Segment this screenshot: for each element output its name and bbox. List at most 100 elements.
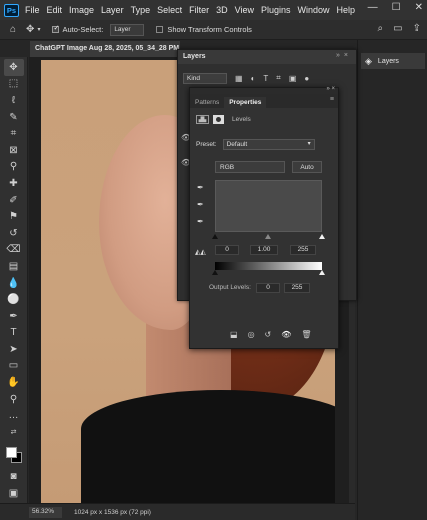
rectangle-tool-icon[interactable]: ▭ — [4, 358, 24, 375]
kind-filter-select[interactable]: Kind — [183, 72, 227, 84]
search-icon[interactable]: ⌕ — [378, 23, 384, 34]
panel-close-icon[interactable]: » × — [326, 86, 335, 92]
type-tool-icon[interactable]: T — [4, 325, 24, 342]
menu-plugins[interactable]: Plugins — [261, 5, 291, 15]
adjustment-filter-icon[interactable]: ◐ — [251, 74, 256, 83]
output-white-handle[interactable] — [319, 270, 325, 275]
reset-icon[interactable]: ↺ — [265, 330, 272, 339]
type-filter-icon[interactable]: T — [263, 74, 268, 83]
tab-patterns[interactable]: Patterns — [190, 97, 224, 108]
auto-button[interactable]: Auto — [292, 161, 322, 173]
panel-collapse-icon[interactable]: »× — [336, 52, 352, 59]
color-swatches — [4, 445, 24, 469]
menu-type[interactable]: Type — [131, 5, 151, 15]
input-white-field[interactable]: 255 — [290, 245, 316, 255]
clipping-warning-icon[interactable]: ◭◭ — [195, 248, 206, 256]
panel-menu-icon[interactable]: ≡ — [330, 96, 334, 103]
output-levels-slider[interactable] — [212, 270, 325, 276]
quick-select-tool-icon[interactable]: ✎ — [4, 109, 24, 126]
view-previous-icon[interactable]: ◎ — [248, 330, 255, 339]
tab-properties[interactable]: Properties — [224, 97, 267, 108]
eyedropper-tool-icon[interactable]: ⚲ — [4, 159, 24, 176]
menu-select[interactable]: Select — [157, 5, 182, 15]
chevron-down-icon[interactable]: ▾ — [37, 26, 40, 33]
show-transform-checkbox[interactable] — [156, 26, 164, 33]
output-black-field[interactable]: 0 — [256, 283, 280, 293]
healing-brush-tool-icon[interactable]: ✚ — [4, 175, 24, 192]
pen-tool-icon[interactable]: ✒ — [4, 308, 24, 325]
screen-mode-icon[interactable]: ▣ — [4, 485, 24, 502]
smart-object-filter-icon[interactable]: ▣ — [289, 74, 297, 83]
input-white-handle[interactable] — [319, 234, 325, 239]
output-white-field[interactable]: 255 — [284, 283, 310, 293]
input-gamma-handle[interactable] — [265, 234, 271, 239]
more-tools-icon[interactable]: … — [4, 407, 24, 424]
hand-tool-icon[interactable]: ✋ — [4, 374, 24, 391]
chevron-down-icon: ▾ — [307, 141, 311, 147]
layers-filter-row: Kind ▦ ◐ T ⌗ ▣ ● — [183, 71, 353, 85]
pixel-filter-icon[interactable]: ▦ — [235, 74, 243, 83]
zoom-tool-icon[interactable]: ⚲ — [4, 391, 24, 408]
menu-edit[interactable]: Edit — [47, 5, 63, 15]
maximize-icon[interactable]: ☐ — [392, 2, 401, 13]
delete-icon[interactable]: 🗑 — [301, 330, 311, 339]
eraser-tool-icon[interactable]: ⌫ — [4, 242, 24, 259]
layers-dock-button[interactable]: ◈ Layers — [361, 53, 425, 69]
close-icon[interactable]: ✕ — [415, 2, 423, 13]
input-gamma-field[interactable]: 1.00 — [250, 245, 278, 255]
blur-tool-icon[interactable]: 💧 — [4, 275, 24, 292]
photoshop-logo[interactable]: Ps — [4, 3, 19, 17]
output-black-handle[interactable] — [212, 270, 218, 275]
brush-tool-icon[interactable]: ✐ — [4, 192, 24, 209]
menu-bar: Ps File Edit Image Layer Type Select Fil… — [0, 0, 427, 20]
menu-view[interactable]: View — [235, 5, 254, 15]
gradient-tool-icon[interactable]: ▤ — [4, 258, 24, 275]
zoom-level-field[interactable]: 56.32% — [29, 506, 62, 518]
channel-select[interactable]: RGB — [215, 161, 285, 173]
input-levels-slider[interactable] — [212, 234, 325, 240]
clip-to-layer-icon[interactable]: ⬓ — [230, 330, 238, 339]
output-levels-label: Output Levels: — [209, 284, 251, 291]
auto-select-target-select[interactable]: Layer — [110, 23, 145, 36]
auto-select-checkbox[interactable] — [52, 24, 60, 33]
share-icon[interactable]: ⇪ — [413, 23, 421, 34]
adjustment-name: Levels — [232, 116, 251, 123]
marquee-tool-icon[interactable]: ⬚ — [4, 76, 24, 93]
lasso-tool-icon[interactable]: ℓ — [4, 92, 24, 109]
menu-file[interactable]: File — [25, 5, 40, 15]
move-tool-icon[interactable]: ✥ — [26, 24, 34, 35]
layers-panel-title[interactable]: Layers — [178, 50, 356, 64]
menu-layer[interactable]: Layer — [101, 5, 124, 15]
levels-icon[interactable]: ▟▙ — [196, 115, 209, 124]
shape-filter-icon[interactable]: ⌗ — [276, 73, 281, 83]
foreground-color-swatch[interactable] — [5, 446, 17, 458]
quick-mask-icon[interactable]: ◙ — [4, 469, 24, 486]
clone-stamp-tool-icon[interactable]: ⚑ — [4, 208, 24, 225]
menu-window[interactable]: Window — [298, 5, 330, 15]
menu-image[interactable]: Image — [69, 5, 94, 15]
frame-tool-icon[interactable]: ⊠ — [4, 142, 24, 159]
filter-toggle-icon[interactable]: ● — [304, 74, 309, 83]
history-brush-tool-icon[interactable]: ↺ — [4, 225, 24, 242]
white-point-eyedropper-icon[interactable]: ✒ — [197, 217, 204, 226]
black-point-eyedropper-icon[interactable]: ✒ — [197, 183, 204, 192]
minimize-icon[interactable]: — — [368, 2, 378, 13]
crop-tool-icon[interactable]: ⌗ — [4, 125, 24, 142]
layer-mask-icon[interactable] — [213, 115, 224, 124]
swap-colors-icon[interactable]: ⇄ — [4, 424, 24, 441]
document-tab[interactable]: ChatGPT Image Aug 28, 2025, 05_34_28 PM — [30, 41, 180, 57]
input-black-handle[interactable] — [212, 234, 218, 239]
home-icon[interactable]: ⌂ — [10, 24, 16, 35]
preset-select[interactable]: Default ▾ — [222, 139, 315, 150]
menu-filter[interactable]: Filter — [189, 5, 209, 15]
path-selection-tool-icon[interactable]: ➤ — [4, 341, 24, 358]
input-black-field[interactable]: 0 — [215, 245, 239, 255]
properties-footer: ⬓ ◎ ↺ 👁 🗑 — [230, 330, 312, 339]
menu-help[interactable]: Help — [337, 5, 356, 15]
move-tool-icon[interactable]: ✥ — [3, 59, 24, 76]
workspace-icon[interactable]: ▭ — [393, 23, 402, 34]
dodge-tool-icon[interactable]: ⚪ — [4, 291, 24, 308]
menu-3d[interactable]: 3D — [216, 5, 228, 15]
gray-point-eyedropper-icon[interactable]: ✒ — [197, 200, 204, 209]
toggle-visibility-icon[interactable]: 👁 — [281, 330, 291, 339]
